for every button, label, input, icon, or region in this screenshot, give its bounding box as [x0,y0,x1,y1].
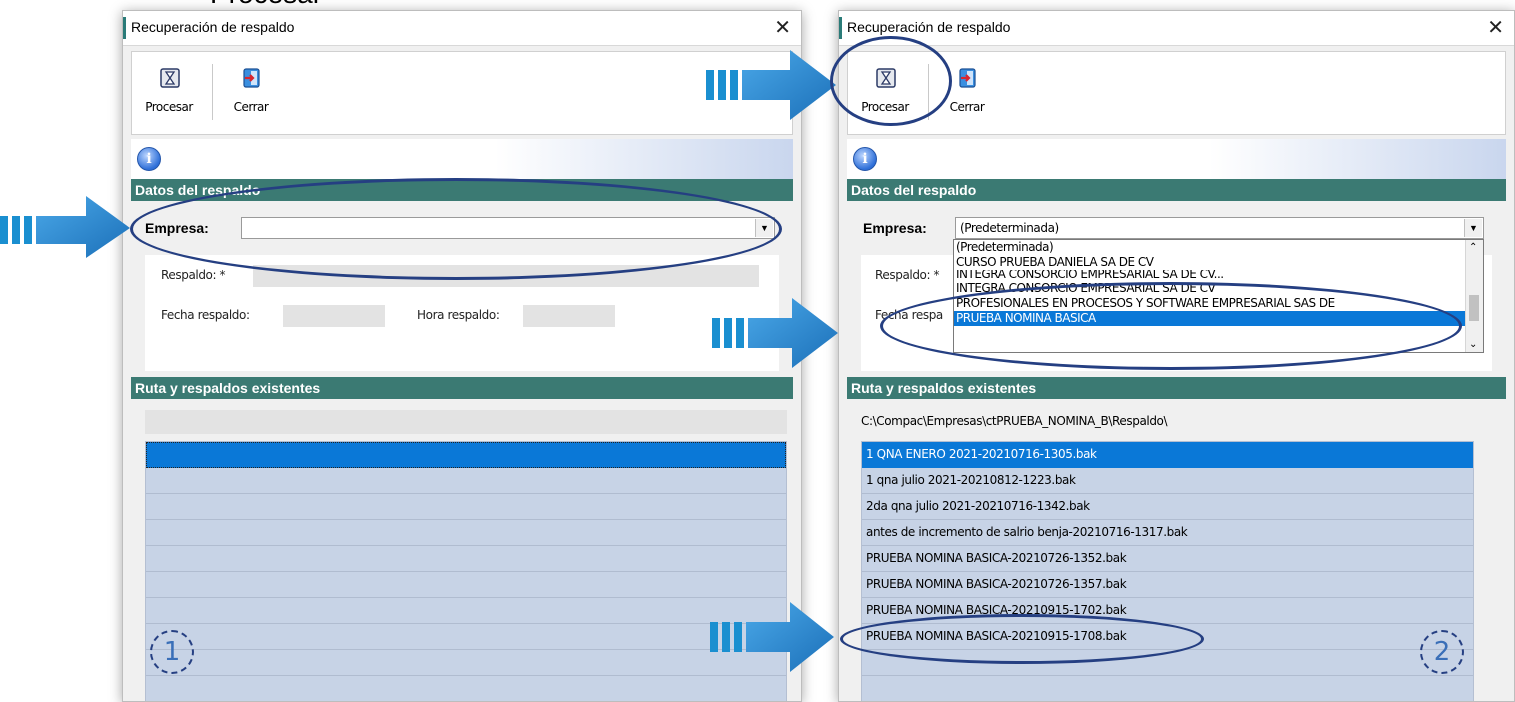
pointer-arrow-icon [0,196,130,258]
pointer-arrow-icon [710,602,834,672]
highlight-ellipse-process [830,36,952,126]
pointer-arrow-icon [706,50,836,120]
highlight-ellipse-company [130,178,782,280]
highlight-ellipse-dropdown [880,282,1462,370]
step-badge: 2 [1420,630,1464,674]
step-badge: 1 [150,630,194,674]
pointer-arrow-icon [712,298,838,368]
highlight-ellipse-backup-file [840,614,1204,664]
